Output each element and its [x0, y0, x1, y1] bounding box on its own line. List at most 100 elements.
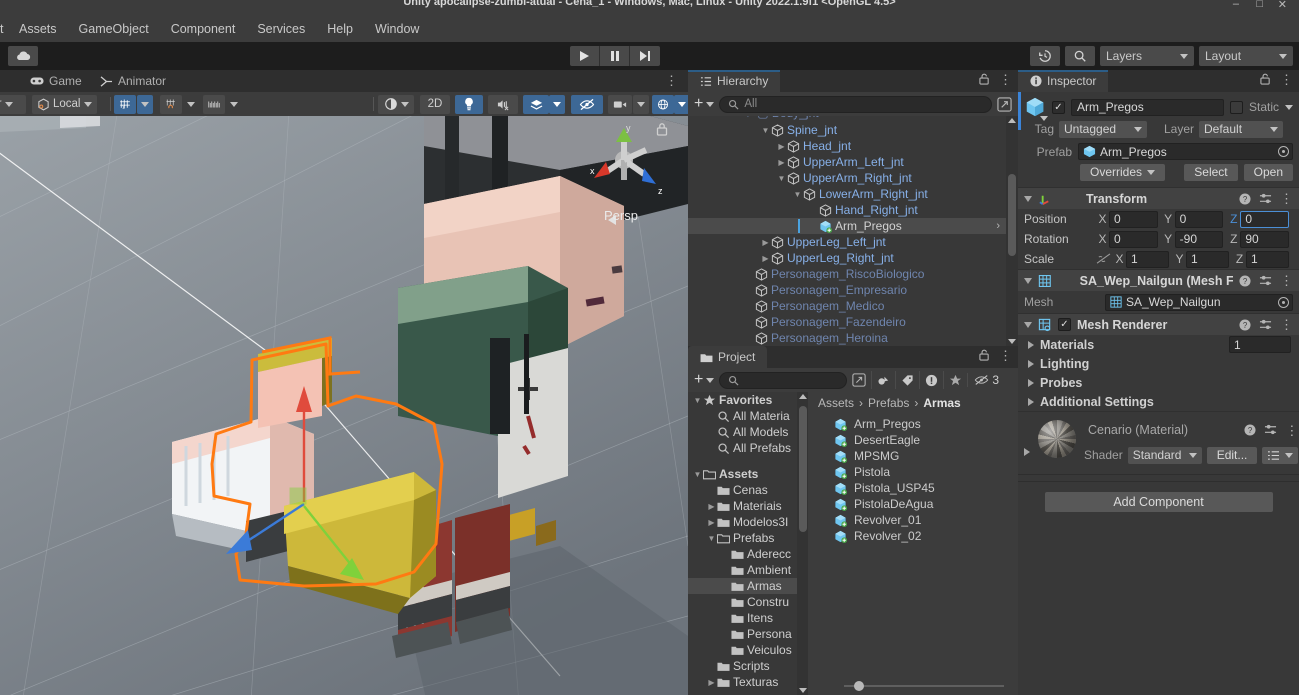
- hierarchy-item-upperarm_right_jnt[interactable]: ▼ UpperArm_Right_jnt: [688, 170, 1018, 186]
- scene-orientation-gizmo[interactable]: x y z Persp: [562, 116, 680, 228]
- mesh-object-field[interactable]: SA_Wep_Nailgun: [1105, 293, 1293, 311]
- shader-edit-button[interactable]: Edit...: [1206, 446, 1258, 464]
- menu-item-component[interactable]: Component: [160, 16, 247, 42]
- scene-camera-dropdown[interactable]: [608, 94, 632, 114]
- chevron-right-icon[interactable]: ▶: [776, 142, 787, 151]
- project-tree-item-armas[interactable]: Armas: [688, 578, 808, 594]
- chevron-down-icon[interactable]: [1024, 195, 1032, 202]
- project-tree-item-all prefabs[interactable]: All Prefabs: [688, 440, 808, 456]
- hidden-packages-toggle[interactable]: 3: [967, 373, 999, 387]
- scroll-down-arrow[interactable]: [798, 688, 807, 693]
- asset-item-arm_pregos[interactable]: Arm_Pregos: [808, 416, 1018, 432]
- meshfilter-menu-icon[interactable]: ⋮: [1280, 274, 1293, 287]
- scroll-up-arrow[interactable]: [1008, 118, 1016, 123]
- chevron-down-icon[interactable]: ▼: [692, 396, 703, 405]
- chevron-right-icon[interactable]: ▶: [776, 158, 787, 167]
- lock-icon[interactable]: [979, 349, 990, 361]
- project-tree-item-all models[interactable]: All Models: [688, 424, 808, 440]
- search-icon[interactable]: [1065, 46, 1095, 66]
- gameobject-name-field[interactable]: Arm_Pregos: [1071, 98, 1224, 116]
- preset-icon[interactable]: [1259, 193, 1272, 205]
- preset-icon[interactable]: [1259, 319, 1272, 331]
- asset-item-pistola[interactable]: Pistola: [808, 464, 1018, 480]
- create-asset-button[interactable]: +: [694, 372, 715, 388]
- cloud-icon[interactable]: [8, 46, 38, 66]
- menu-item-window[interactable]: Window: [364, 16, 430, 42]
- chevron-right-icon[interactable]: ›: [996, 220, 1000, 232]
- save-search-icon[interactable]: [852, 373, 866, 387]
- menu-item-services[interactable]: Services: [246, 16, 316, 42]
- project-tree-item-constru[interactable]: Constru: [688, 594, 808, 610]
- material-menu-icon[interactable]: ⋮: [1285, 424, 1298, 437]
- chevron-right-icon[interactable]: ▶: [706, 518, 717, 527]
- preset-icon[interactable]: [1264, 424, 1277, 436]
- lock-icon[interactable]: [1260, 73, 1271, 85]
- filter-label-icon[interactable]: [895, 371, 919, 389]
- create-gameobject-button[interactable]: +: [694, 96, 715, 112]
- hierarchy-scroll-thumb[interactable]: [1008, 174, 1016, 256]
- scene-tab-menu-icon[interactable]: ⋮: [665, 74, 678, 87]
- tab-inspector[interactable]: Inspector: [1018, 70, 1109, 92]
- 2d-toggle[interactable]: 2D: [420, 94, 450, 114]
- meshrenderer-enabled-checkbox[interactable]: ✓: [1058, 318, 1071, 331]
- hierarchy-item-hand_right_jnt[interactable]: Hand_Right_jnt: [688, 202, 1018, 218]
- materials-size-field[interactable]: 1: [1229, 336, 1291, 353]
- hierarchy-item-personagem_riscobiologico[interactable]: Personagem_RiscoBiologico: [688, 266, 1018, 282]
- hierarchy-tree[interactable]: ▼ ▢ Body_jnt ▼Spine_jnt▶Head_jnt▶UpperAr…: [688, 116, 1018, 346]
- hierarchy-item-lowerarm_right_jnt[interactable]: ▼ LowerArm_Right_jnt: [688, 186, 1018, 202]
- layers-dropdown[interactable]: Layers: [1100, 46, 1194, 66]
- project-search-input[interactable]: [719, 371, 848, 389]
- chevron-down-icon[interactable]: ▼: [760, 126, 771, 135]
- prefab-select-button[interactable]: Select: [1184, 163, 1238, 181]
- pause-button[interactable]: [600, 46, 630, 66]
- hidden-objects-toggle[interactable]: [571, 94, 603, 114]
- scene-lighting-toggle[interactable]: [455, 94, 483, 114]
- pivot-dropdown[interactable]: er: [0, 94, 26, 114]
- maximize-icon[interactable]: □: [1256, 0, 1263, 10]
- close-icon[interactable]: ✕: [1278, 0, 1287, 11]
- hierarchy-item-head_jnt[interactable]: ▶ Head_jnt: [688, 138, 1018, 154]
- asset-item-pistola_usp45[interactable]: Pistola_USP45: [808, 480, 1018, 496]
- breadcrumb-armas[interactable]: Armas: [923, 396, 960, 410]
- scroll-down-arrow[interactable]: [1008, 339, 1016, 344]
- chevron-down-icon[interactable]: ▼: [776, 174, 787, 183]
- audio-toggle[interactable]: [488, 94, 518, 114]
- help-icon[interactable]: ?: [1239, 192, 1251, 205]
- scale-y-field[interactable]: 1: [1186, 250, 1229, 268]
- asset-item-mpsmg[interactable]: MPSMG: [808, 448, 1018, 464]
- meshrenderer-section-probes[interactable]: Probes: [1018, 373, 1299, 392]
- asset-item-revolver_02[interactable]: Revolver_02: [808, 528, 1018, 544]
- grid-snap-toggle[interactable]: y: [114, 94, 136, 114]
- transform-component-header[interactable]: Transform ? ⋮: [1018, 187, 1299, 209]
- scale-x-field[interactable]: 1: [1126, 250, 1169, 268]
- hierarchy-scrollbar[interactable]: [1006, 116, 1018, 346]
- minimize-icon[interactable]: –: [1233, 0, 1239, 10]
- step-button[interactable]: [630, 46, 660, 66]
- tab-game[interactable]: Game: [18, 70, 94, 92]
- tab-animator[interactable]: Animator: [88, 70, 178, 92]
- chevron-down-icon[interactable]: ▼: [692, 470, 703, 479]
- meshrenderer-component-header[interactable]: ✓ Mesh Renderer ? ⋮: [1018, 313, 1299, 335]
- project-tree-item-itens[interactable]: Itens: [688, 610, 808, 626]
- snap-increment-dropdown[interactable]: [183, 95, 199, 114]
- ruler-toggle[interactable]: [203, 94, 225, 114]
- chevron-down-icon[interactable]: [1040, 116, 1048, 121]
- position-x-field[interactable]: 0: [1109, 210, 1158, 228]
- position-y-field[interactable]: 0: [1174, 210, 1224, 228]
- chevron-down-icon[interactable]: ▼: [706, 534, 717, 543]
- inspector-menu-icon[interactable]: ⋮: [1280, 73, 1293, 86]
- rotation-y-field[interactable]: -90: [1174, 230, 1224, 248]
- scale-z-field[interactable]: 1: [1246, 250, 1289, 268]
- filter-type-icon[interactable]: [871, 371, 895, 389]
- play-button[interactable]: [570, 46, 600, 66]
- prefab-open-button[interactable]: Open: [1243, 163, 1293, 181]
- lock-icon[interactable]: [979, 73, 990, 85]
- overrides-dropdown[interactable]: Overrides: [1080, 163, 1166, 181]
- hierarchy-item-personagem_fazendeiro[interactable]: Personagem_Fazendeiro: [688, 314, 1018, 330]
- help-icon[interactable]: ?: [1239, 318, 1251, 331]
- meshrenderer-menu-icon[interactable]: ⋮: [1280, 318, 1293, 331]
- tag-dropdown[interactable]: Untagged: [1059, 120, 1147, 138]
- hierarchy-item-personagem_medico[interactable]: Personagem_Medico: [688, 298, 1018, 314]
- project-tree-item-modelos3i[interactable]: ▶ Modelos3I: [688, 514, 808, 530]
- add-component-button[interactable]: Add Component: [1044, 492, 1273, 512]
